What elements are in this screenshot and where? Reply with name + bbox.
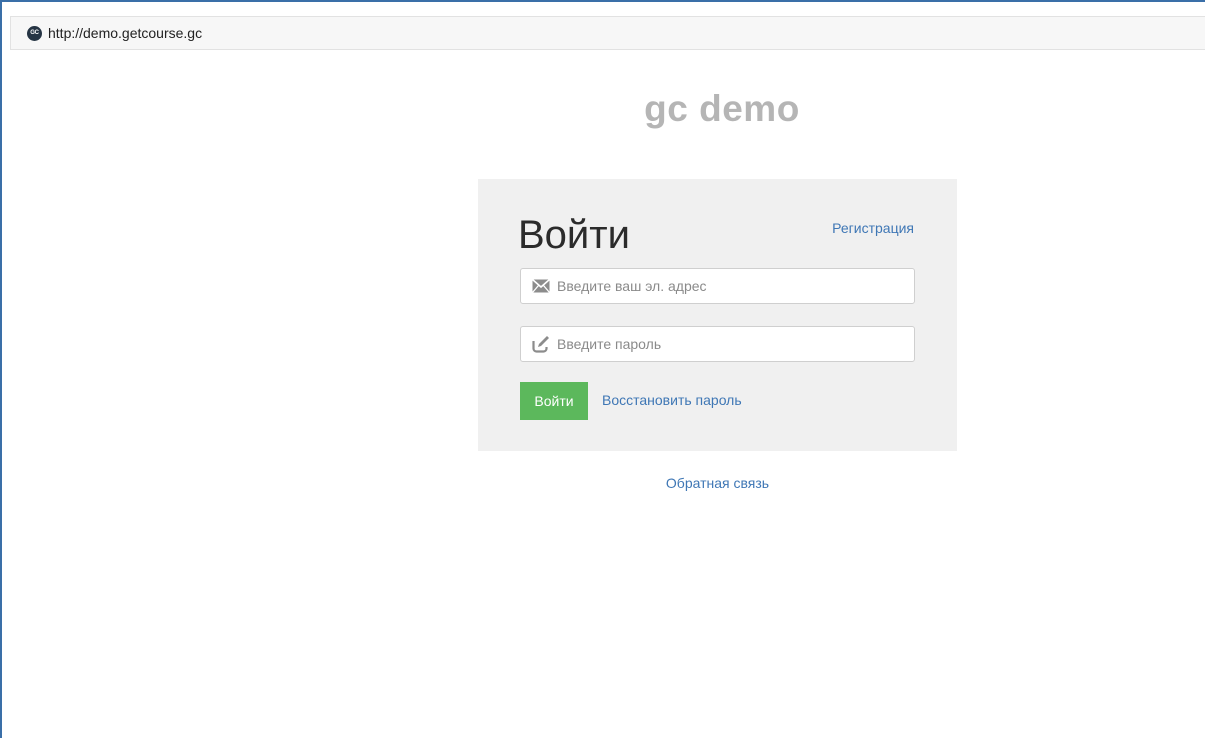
email-field[interactable]	[520, 268, 915, 304]
site-brand-title: gc demo	[644, 88, 800, 129]
register-link[interactable]: Регистрация	[832, 220, 914, 236]
email-input[interactable]	[555, 277, 899, 295]
site-favicon-icon: GC	[27, 25, 42, 41]
address-bar-url[interactable]: http://demo.getcourse.gc	[48, 25, 202, 41]
edit-icon	[531, 334, 551, 354]
browser-window: GC http://demo.getcourse.gc gc demo Войт…	[0, 0, 1205, 738]
feedback-link[interactable]: Обратная связь	[478, 475, 957, 491]
login-panel: Войти Регистрация Введите ваш эл. адрес …	[478, 179, 957, 451]
login-button[interactable]: Войти	[520, 382, 588, 420]
restore-password-link[interactable]: Восстановить пароль	[602, 392, 742, 408]
login-title: Войти	[518, 213, 630, 257]
password-field[interactable]	[520, 326, 915, 362]
password-input[interactable]	[555, 335, 899, 353]
address-bar[interactable]: GC http://demo.getcourse.gc	[10, 16, 1205, 50]
envelope-icon	[531, 276, 551, 296]
